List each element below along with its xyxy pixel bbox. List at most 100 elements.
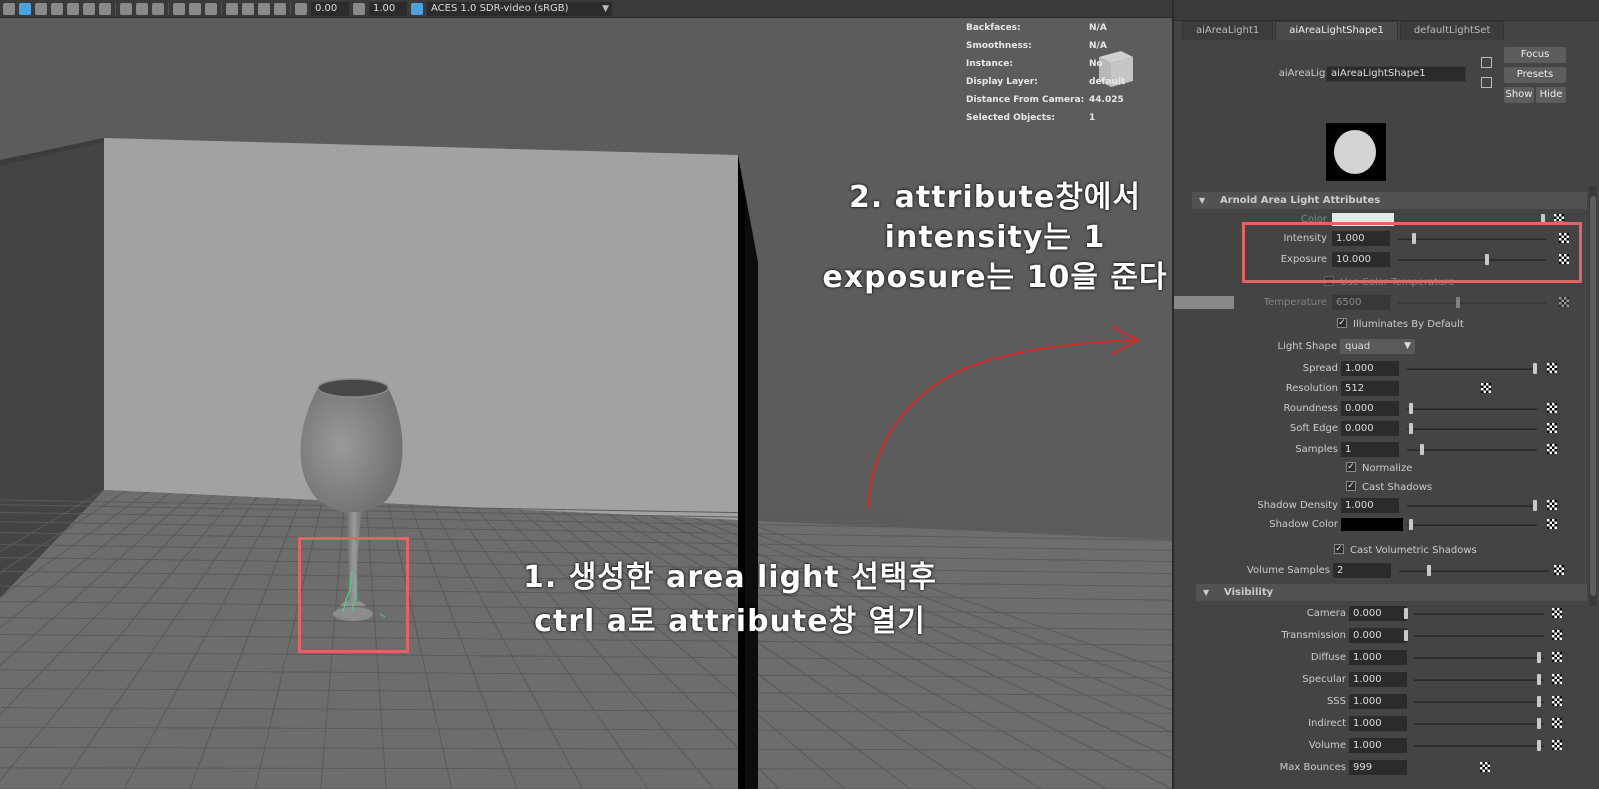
indirect-visibility-slider[interactable]: [1414, 723, 1544, 725]
focus-icon[interactable]: [1481, 57, 1492, 68]
color-management-icon[interactable]: [411, 2, 423, 15]
map-button-icon[interactable]: [1547, 500, 1557, 510]
image-plane-icon[interactable]: [258, 2, 270, 15]
map-button-icon[interactable]: [1552, 608, 1562, 618]
map-button-icon[interactable]: [1481, 383, 1491, 393]
bookmark-icon[interactable]: [242, 2, 254, 15]
light-shape-select[interactable]: quad ▼: [1340, 339, 1415, 354]
roundness-field[interactable]: 0.000: [1341, 401, 1399, 416]
specular-visibility-field[interactable]: 1.000: [1349, 672, 1407, 687]
slider-knob[interactable]: [1409, 423, 1413, 434]
section-visibility[interactable]: ▼ Visibility: [1196, 584, 1587, 601]
exposure-field[interactable]: 0.00: [311, 1, 349, 16]
slider-knob[interactable]: [1537, 652, 1541, 663]
slider-knob[interactable]: [1427, 565, 1431, 576]
map-button-icon[interactable]: [1554, 565, 1564, 575]
transmission-visibility-slider[interactable]: [1414, 635, 1544, 637]
cast-volumetric-shadows-checkbox[interactable]: ✓: [1334, 544, 1344, 554]
soft-edge-slider[interactable]: [1407, 428, 1537, 430]
slider-knob[interactable]: [1537, 740, 1541, 751]
map-button-icon[interactable]: [1547, 519, 1557, 529]
tab-default-light-set[interactable]: defaultLightSet: [1399, 21, 1505, 40]
slider-knob[interactable]: [1409, 519, 1413, 530]
camera-visibility-slider[interactable]: [1414, 613, 1544, 615]
resolution-field[interactable]: 512: [1341, 381, 1399, 396]
section-arnold-area-light[interactable]: ▼ Arnold Area Light Attributes: [1192, 192, 1587, 209]
cast-shadows-checkbox[interactable]: ✓: [1346, 481, 1356, 491]
map-button-icon[interactable]: [1552, 674, 1562, 684]
presets-icon[interactable]: [1481, 77, 1492, 88]
shadow-color-swatch[interactable]: [1341, 518, 1403, 531]
grid-icon[interactable]: [274, 2, 286, 15]
spread-field[interactable]: 1.000: [1341, 361, 1399, 376]
slider-knob[interactable]: [1420, 444, 1424, 455]
volume-samples-field[interactable]: 2: [1333, 563, 1391, 578]
shadow-density-slider[interactable]: [1407, 505, 1537, 507]
ambient-occlusion-icon[interactable]: [99, 2, 111, 15]
max-bounces-field[interactable]: 999: [1349, 760, 1407, 775]
cube-wire-icon[interactable]: [3, 2, 15, 15]
volume-visibility-field[interactable]: 1.000: [1349, 738, 1407, 753]
slider-knob[interactable]: [1537, 718, 1541, 729]
slider-knob[interactable]: [1404, 630, 1408, 641]
hide-button[interactable]: Hide: [1536, 87, 1566, 103]
slider-knob[interactable]: [1409, 403, 1413, 414]
antialias-icon[interactable]: [136, 2, 148, 15]
slider-knob[interactable]: [1533, 500, 1537, 511]
roundness-slider[interactable]: [1407, 408, 1537, 410]
camera-visibility-field[interactable]: 0.000: [1349, 606, 1407, 621]
map-button-icon[interactable]: [1547, 423, 1557, 433]
map-button-icon[interactable]: [1552, 696, 1562, 706]
slider-knob[interactable]: [1537, 674, 1541, 685]
map-button-icon[interactable]: [1559, 297, 1569, 307]
spread-slider[interactable]: [1407, 368, 1537, 370]
3d-viewport[interactable]: 0.00 1.00 ACES 1.0 SDR-video (sRGB) ▼ Bac…: [0, 0, 1172, 789]
specular-visibility-slider[interactable]: [1414, 679, 1544, 681]
map-button-icon[interactable]: [1552, 630, 1562, 640]
volume-samples-slider[interactable]: [1399, 570, 1549, 572]
diffuse-visibility-slider[interactable]: [1414, 657, 1544, 659]
temperature-field[interactable]: 6500: [1332, 295, 1390, 310]
diffuse-visibility-field[interactable]: 1.000: [1349, 650, 1407, 665]
show-button[interactable]: Show: [1504, 87, 1534, 103]
indirect-visibility-field[interactable]: 1.000: [1349, 716, 1407, 731]
sss-visibility-field[interactable]: 1.000: [1349, 694, 1407, 709]
camera-attributes-icon[interactable]: [226, 2, 238, 15]
map-button-icon[interactable]: [1480, 762, 1490, 772]
isolate-icon[interactable]: [173, 2, 185, 15]
shadow-density-field[interactable]: 1.000: [1341, 498, 1399, 513]
shadows-icon[interactable]: [67, 2, 79, 15]
illuminates-checkbox[interactable]: ✓: [1337, 318, 1347, 328]
depth-of-field-icon[interactable]: [152, 2, 164, 15]
tab-ai-area-light-shape[interactable]: aiAreaLightShape1: [1275, 21, 1398, 40]
samples-slider[interactable]: [1407, 449, 1537, 451]
transmission-visibility-field[interactable]: 0.000: [1349, 628, 1407, 643]
soft-edge-field[interactable]: 0.000: [1341, 421, 1399, 436]
cube-shaded-icon[interactable]: [19, 2, 31, 15]
focus-button[interactable]: Focus: [1504, 47, 1566, 63]
tab-ai-area-light[interactable]: aiAreaLight1: [1182, 21, 1274, 40]
slider-knob[interactable]: [1533, 363, 1537, 374]
presets-button[interactable]: Presets: [1504, 67, 1566, 83]
map-button-icon[interactable]: [1552, 718, 1562, 728]
xray-joints-icon[interactable]: [205, 2, 217, 15]
temperature-slider[interactable]: [1398, 302, 1546, 304]
map-button-icon[interactable]: [1547, 363, 1557, 373]
slider-knob[interactable]: [1537, 696, 1541, 707]
lighting-icon[interactable]: [83, 2, 95, 15]
slider-knob[interactable]: [1404, 608, 1408, 619]
motion-blur-icon[interactable]: [120, 2, 132, 15]
xray-icon[interactable]: [189, 2, 201, 15]
map-button-icon[interactable]: [1552, 740, 1562, 750]
shadow-color-slider[interactable]: [1407, 524, 1537, 526]
color-space-select[interactable]: ACES 1.0 SDR-video (sRGB) ▼: [427, 1, 612, 16]
map-button-icon[interactable]: [1547, 403, 1557, 413]
lights-icon[interactable]: [51, 2, 63, 15]
cube-textured-icon[interactable]: [35, 2, 47, 15]
map-button-icon[interactable]: [1547, 444, 1557, 454]
volume-visibility-slider[interactable]: [1414, 745, 1544, 747]
normalize-checkbox[interactable]: ✓: [1346, 462, 1356, 472]
node-name-field[interactable]: aiAreaLightShape1: [1326, 66, 1466, 82]
sss-visibility-slider[interactable]: [1414, 701, 1544, 703]
map-button-icon[interactable]: [1552, 652, 1562, 662]
